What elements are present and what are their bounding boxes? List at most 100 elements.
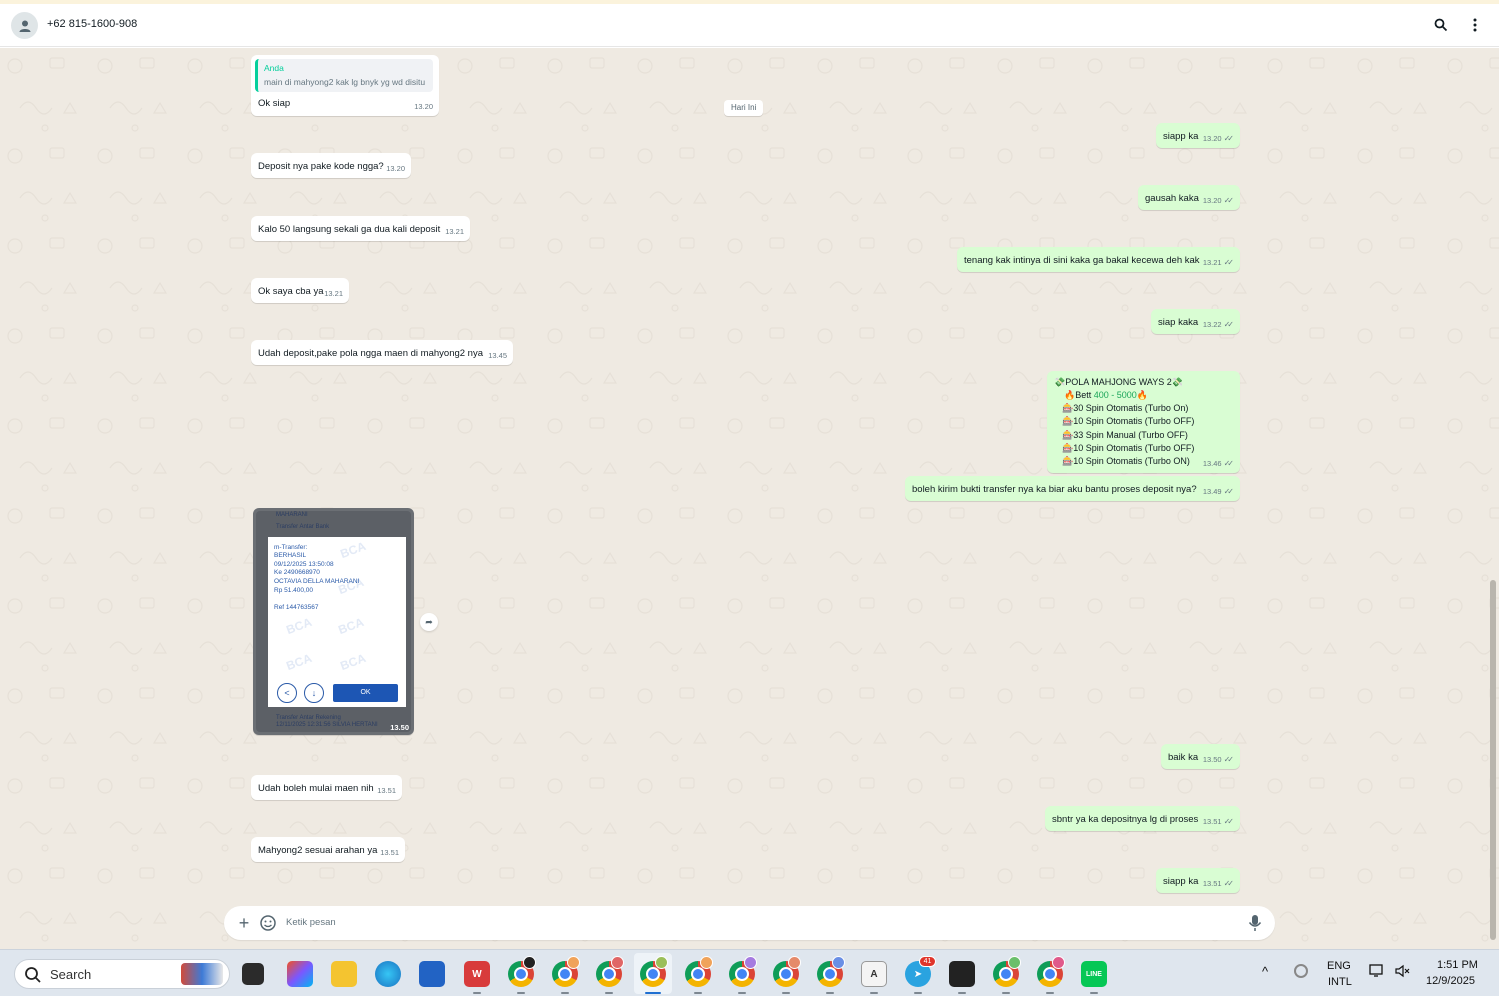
telegram-unread-badge: 41	[919, 956, 936, 967]
receipt-line: OCTAVIA DELLA MAHARANI	[274, 578, 360, 585]
message-bubble-out[interactable]: baik ka 13.50 ✓✓	[1161, 744, 1240, 769]
message-time: 13.20	[1202, 134, 1222, 143]
message-bubble-in[interactable]: Kalo 50 langsung sekali ga dua kali depo…	[251, 216, 470, 241]
receipt-line: 09/12/2025 13:50:08	[274, 561, 334, 568]
quoted-reply[interactable]: Anda main di mahyong2 kak lg bnyk yg wd …	[255, 59, 433, 92]
contact-name[interactable]: +62 815-1600-908	[47, 18, 137, 30]
edge-icon[interactable]	[375, 961, 401, 987]
message-time: 13.51	[380, 848, 399, 857]
running-indicator	[1090, 992, 1098, 994]
receipt-line: Ref 144763567	[274, 604, 319, 611]
task-view-icon[interactable]	[242, 963, 264, 985]
text-editor-icon[interactable]: A	[861, 961, 887, 987]
double-check-icon: ✓✓	[1223, 320, 1235, 329]
share-icon: <	[277, 683, 297, 703]
message-bubble-out-pola[interactable]: 💸POLA MAHJONG WAYS 2💸 🔥Bett 400 - 5000🔥 …	[1047, 371, 1240, 473]
money-emoji-icon: 💸	[1171, 377, 1183, 387]
message-time: 13.51	[1202, 817, 1222, 826]
download-icon: ↓	[304, 683, 324, 703]
running-indicator	[782, 992, 790, 994]
message-bubble-in[interactable]: Udah deposit,pake pola ngga maen di mahy…	[251, 340, 513, 365]
message-bubble-out[interactable]: gausah kaka 13.20 ✓✓	[1138, 185, 1240, 210]
message-time: 13.21	[1202, 258, 1222, 267]
profile-badge-icon	[744, 956, 757, 969]
speaker-muted-icon[interactable]	[1394, 964, 1410, 978]
bca-watermark: BCA	[284, 650, 314, 674]
message-bubble-out[interactable]: siapp ka 13.51 ✓✓	[1156, 868, 1240, 893]
profile-badge-icon	[611, 956, 624, 969]
image-message[interactable]: MAHARANI Transfer Antar Bank BCA BCA BCA…	[253, 508, 414, 735]
pola-line: 30 Spin Otomatis (Turbo On)	[1073, 403, 1189, 413]
sticky-notes-icon[interactable]	[949, 961, 975, 987]
network-icon[interactable]	[1369, 964, 1385, 978]
message-input[interactable]: Ketik pesan	[286, 917, 336, 928]
menu-button[interactable]	[1465, 15, 1485, 35]
microphone-icon[interactable]	[1247, 914, 1263, 932]
message-text: Udah deposit,pake pola ngga maen di mahy…	[258, 348, 483, 359]
avatar[interactable]	[11, 12, 38, 39]
message-text: boleh kirim bukti transfer nya ka biar a…	[912, 484, 1197, 495]
message-text: Ok saya cba ya	[258, 286, 324, 297]
message-text: siapp ka	[1163, 131, 1199, 142]
message-text: Mahyong2 sesuai arahan ya	[258, 845, 378, 856]
pola-title: POLA MAHJONG WAYS 2	[1065, 377, 1172, 387]
transfer-screenshot[interactable]: MAHARANI Transfer Antar Bank BCA BCA BCA…	[256, 511, 411, 732]
clock-date[interactable]: 12/9/2025	[1426, 975, 1475, 987]
pola-line: 10 Spin Otomatis (Turbo OFF)	[1073, 416, 1195, 426]
message-bubble-out[interactable]: siapp ka 13.20 ✓✓	[1156, 123, 1240, 148]
running-indicator	[870, 992, 878, 994]
bca-watermark: BCA	[338, 650, 368, 674]
double-check-icon: ✓✓	[1223, 879, 1235, 888]
pola-line: 10 Spin Otomatis (Turbo OFF)	[1073, 443, 1195, 453]
message-bubble-in[interactable]: Mahyong2 sesuai arahan ya 13.51	[251, 837, 405, 862]
message-bubble-out[interactable]: siap kaka 13.22 ✓✓	[1151, 309, 1240, 334]
message-time: 13.45	[488, 351, 507, 360]
message-bubble-in[interactable]: Deposit nya pake kode ngga? 13.20	[251, 153, 411, 178]
pola-bet-prefix: Bett	[1075, 390, 1094, 400]
running-indicator	[738, 992, 746, 994]
emoji-sticker-icon[interactable]	[259, 914, 277, 932]
message-bubble-in[interactable]: Anda main di mahyong2 kak lg bnyk yg wd …	[251, 55, 439, 116]
bca-watermark: BCA	[284, 614, 314, 638]
message-bubble-out[interactable]: sbntr ya ka depositnya lg di proses 13.5…	[1045, 806, 1240, 831]
store-icon[interactable]	[419, 961, 445, 987]
security-status-icon[interactable]	[1294, 964, 1308, 978]
message-bubble-in[interactable]: Udah boleh mulai maen nih 13.51	[251, 775, 402, 800]
fire-emoji-icon: 🔥	[1136, 390, 1148, 400]
message-text: sbntr ya ka depositnya lg di proses	[1052, 814, 1199, 825]
taskbar-search[interactable]: Search	[14, 959, 230, 989]
wps-office-icon[interactable]: W	[464, 961, 490, 987]
image-bg-text: Transfer Antar Rekening	[276, 715, 341, 721]
attach-plus-icon[interactable]: +	[234, 913, 254, 933]
message-time: 13.49	[1202, 487, 1222, 496]
double-check-icon: ✓✓	[1223, 459, 1235, 468]
chat-background-pattern	[0, 48, 1499, 949]
forward-icon[interactable]: ➦	[420, 613, 438, 631]
message-time: 13.21	[324, 289, 343, 298]
show-hidden-icons-chevron-icon[interactable]: ^	[1262, 964, 1268, 979]
message-bubble-out[interactable]: boleh kirim bukti transfer nya ka biar a…	[905, 476, 1240, 501]
language-indicator-top[interactable]: ENG	[1327, 960, 1351, 972]
receipt-line: Rp 51.400,00	[274, 587, 314, 594]
file-explorer-icon[interactable]	[331, 961, 357, 987]
message-text: gausah kaka	[1145, 193, 1199, 204]
chat-scrollbar[interactable]	[1490, 580, 1496, 940]
profile-badge-icon	[655, 956, 668, 969]
message-text: Ok siap	[258, 98, 291, 109]
profile-badge-icon	[1008, 956, 1021, 969]
line-app-icon[interactable]: LINE	[1081, 961, 1107, 987]
message-text: baik ka	[1168, 752, 1199, 763]
message-text: tenang kak intinya di sini kaka ga bakal…	[964, 255, 1200, 266]
clock-time[interactable]: 1:51 PM	[1437, 959, 1478, 971]
profile-badge-icon	[700, 956, 713, 969]
language-indicator-bottom[interactable]: INTL	[1328, 976, 1352, 988]
search-button[interactable]	[1431, 15, 1451, 35]
chat-panel[interactable]: Hari Ini Anda main di mahyong2 kak lg bn…	[0, 48, 1499, 949]
copilot-icon[interactable]	[287, 961, 313, 987]
slot-machine-icon: 🎰	[1062, 443, 1074, 453]
image-bg-text: Transfer Antar Bank	[276, 524, 330, 530]
message-bubble-out[interactable]: tenang kak intinya di sini kaka ga bakal…	[957, 247, 1240, 272]
taskbar-search-label: Search	[50, 967, 92, 982]
message-bubble-in[interactable]: Ok saya cba ya 13.21	[251, 278, 349, 303]
day-separator: Hari Ini	[724, 100, 764, 116]
